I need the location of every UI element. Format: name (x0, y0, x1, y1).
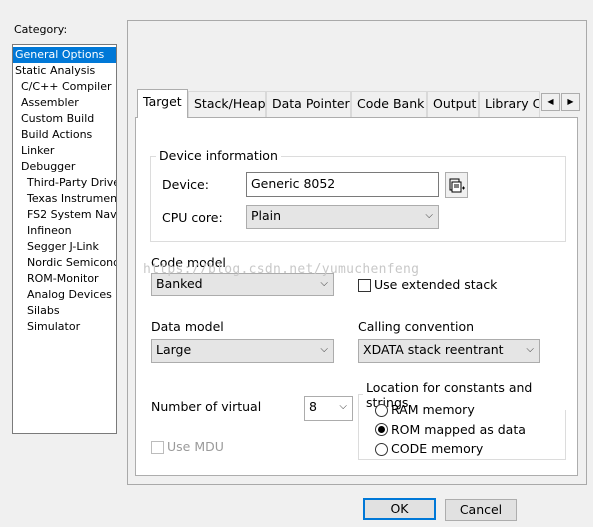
code-memory-radio[interactable] (375, 443, 388, 456)
tab-library-configuration[interactable]: Library Co (479, 91, 540, 117)
tab-output[interactable]: Output (427, 91, 479, 117)
data-model-label: Data model (151, 319, 224, 334)
target-panel: Device information Device: Generic 8052 … (135, 117, 578, 476)
category-list[interactable]: General Options Static Analysis C/C++ Co… (12, 44, 117, 434)
cpu-core-label: CPU core: (162, 210, 223, 225)
data-model-value: Large (156, 342, 192, 357)
tab-data-pointer[interactable]: Data Pointer (266, 91, 351, 117)
chevron-down-icon: ⌵ (320, 344, 328, 355)
device-field[interactable]: Generic 8052 (246, 172, 439, 197)
category-item-static-analysis[interactable]: Static Analysis (13, 63, 97, 79)
device-information-group (150, 156, 566, 242)
category-item-assembler[interactable]: Assembler (19, 95, 81, 111)
device-label: Device: (162, 177, 209, 192)
scroll-right-icon[interactable]: ▶ (561, 93, 580, 111)
category-item-custom-build[interactable]: Custom Build (19, 111, 96, 127)
ram-memory-radio[interactable] (375, 404, 388, 417)
calling-convention-label: Calling convention (358, 319, 475, 334)
code-model-value: Banked (156, 276, 203, 291)
tab-target[interactable]: Target (137, 89, 188, 118)
device-browse-icon (449, 178, 465, 193)
category-item-fs2-system-navigator[interactable]: FS2 System Navig (25, 207, 116, 223)
calling-convention-select[interactable]: XDATA stack reentrant ⌵ (358, 339, 540, 363)
calling-convention-value: XDATA stack reentrant (363, 342, 504, 357)
category-item-c-compiler[interactable]: C/C++ Compiler (19, 79, 114, 95)
cancel-button[interactable]: Cancel (445, 499, 517, 521)
number-of-virtual-select[interactable]: 8 ⌵ (304, 396, 353, 421)
category-item-analog-devices[interactable]: Analog Devices (25, 287, 114, 303)
rom-mapped-as-data-radio[interactable] (375, 423, 388, 436)
data-model-select[interactable]: Large ⌵ (151, 339, 334, 363)
category-item-segger-j-link[interactable]: Segger J-Link (25, 239, 101, 255)
device-information-title: Device information (156, 148, 281, 163)
chevron-down-icon: ⌵ (339, 401, 347, 412)
category-item-nordic-semiconductor[interactable]: Nordic Semiconduc (25, 255, 116, 271)
number-of-virtual-label: Number of virtual (151, 399, 262, 414)
category-item-build-actions[interactable]: Build Actions (19, 127, 94, 143)
category-item-general-options[interactable]: General Options (13, 47, 116, 63)
category-label: Category: (14, 23, 68, 36)
ram-memory-label: RAM memory (391, 402, 475, 417)
tab-stack-heap[interactable]: Stack/Heap (188, 91, 266, 117)
tab-code-bank[interactable]: Code Bank (351, 91, 427, 117)
number-of-virtual-value: 8 (309, 399, 317, 414)
watermark: https://blog.csdn.net/yumuchenfeng (143, 262, 420, 277)
chevron-down-icon: ⌵ (320, 278, 328, 289)
cpu-core-value: Plain (251, 208, 282, 223)
cpu-core-select[interactable]: Plain ⌵ (246, 205, 439, 229)
rom-mapped-as-data-label: ROM mapped as data (391, 422, 526, 437)
category-item-debugger[interactable]: Debugger (19, 159, 77, 175)
code-memory-label: CODE memory (391, 441, 484, 456)
chevron-down-icon: ⌵ (526, 344, 534, 355)
category-item-linker[interactable]: Linker (19, 143, 56, 159)
chevron-down-icon: ⌵ (425, 210, 433, 221)
category-item-infineon[interactable]: Infineon (25, 223, 74, 239)
category-item-texas-instruments[interactable]: Texas Instruments (25, 191, 116, 207)
scroll-left-icon[interactable]: ◀ (541, 93, 560, 111)
device-browse-button[interactable] (445, 172, 468, 198)
use-mdu-checkbox[interactable] (151, 441, 164, 454)
use-mdu-label: Use MDU (167, 439, 224, 454)
category-item-simulator[interactable]: Simulator (25, 319, 82, 335)
use-extended-stack-checkbox[interactable] (358, 279, 371, 292)
ok-button[interactable]: OK (363, 498, 436, 520)
category-item-third-party-driver[interactable]: Third-Party Driver (25, 175, 116, 191)
category-item-silabs[interactable]: Silabs (25, 303, 62, 319)
category-item-rom-monitor[interactable]: ROM-Monitor (25, 271, 101, 287)
use-extended-stack-label: Use extended stack (374, 277, 498, 292)
